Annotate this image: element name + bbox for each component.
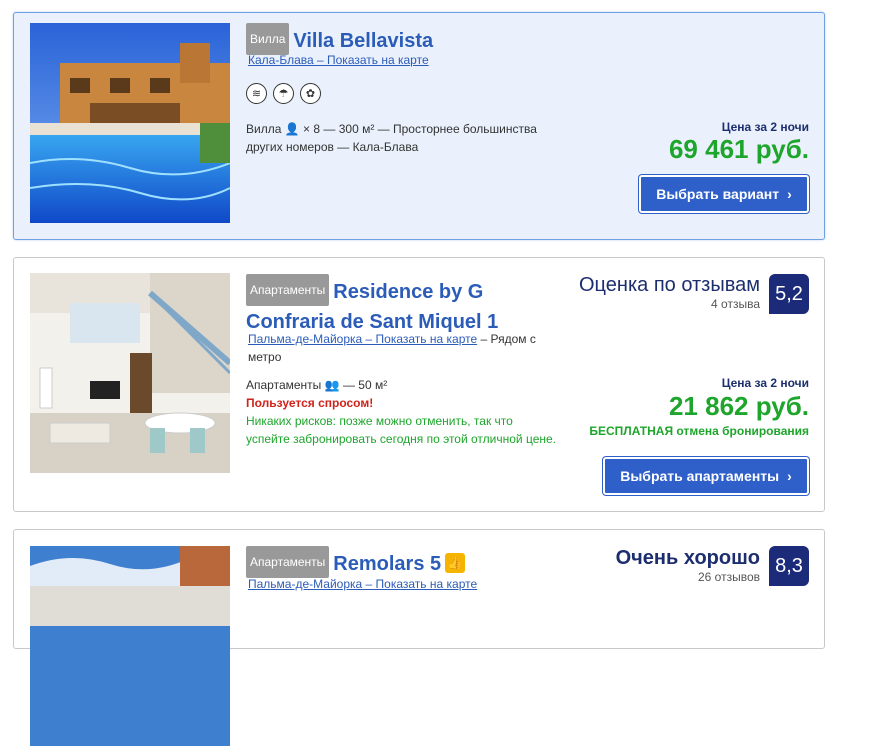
review-title: Оценка по отзывам — [579, 274, 760, 296]
listing-title[interactable]: Remolars 5 — [333, 553, 441, 575]
guests-icon: 👥 — [324, 378, 340, 392]
show-on-map-link[interactable]: Пальма-де-Майорка – Показать на карте — [248, 332, 477, 346]
listing-card-residence-by-g[interactable]: Апартаменты Residence by G Confraria de S… — [13, 257, 825, 512]
thumbs-up-icon: 👍 — [445, 553, 466, 573]
review-summary[interactable]: Очень хорошо 26 отзывов — [616, 547, 760, 584]
listing-title[interactable]: Villa Bellavista — [293, 30, 433, 52]
review-score-badge[interactable]: 5,2 — [769, 274, 809, 314]
property-type-badge: Апартаменты — [246, 546, 330, 578]
price: 69 461 руб. — [668, 134, 809, 164]
guests-icon: 👤 — [284, 122, 300, 136]
review-title: Очень хорошо — [615, 547, 760, 569]
location-extra: – Рядом с — [477, 332, 536, 346]
price: 21 862 руб. — [668, 391, 809, 421]
review-count: 26 отзывов — [697, 570, 760, 584]
review-count: 4 отзыва — [711, 297, 760, 311]
price-label: Цена за 2 ночи — [721, 376, 809, 390]
no-risk-text-line2: успейте забронировать сегодня по этой от… — [246, 432, 556, 446]
listing-description: Вилла 👤 × 8 — 300 м² — Просторнее больши… — [246, 122, 537, 154]
listing-photo[interactable] — [30, 23, 230, 223]
listing-card-villa-bellavista[interactable]: Вилла Villa Bellavista Кала-Блава – Показ… — [13, 12, 825, 240]
location-extra-line2: метро — [248, 350, 282, 364]
listing-photo[interactable] — [30, 273, 230, 473]
high-demand-text: Пользуется спросом! — [246, 396, 374, 410]
show-on-map-link[interactable]: Кала-Блава – Показать на карте — [248, 53, 429, 67]
listing-description: Апартаменты 👥 — 50 м² Пользуется спросом… — [246, 378, 556, 446]
facility-icons: ≋ ☂ ✿ — [246, 83, 321, 104]
beach-umbrella-icon: ☂ — [273, 83, 294, 104]
price-label: Цена за 2 ночи — [721, 120, 809, 134]
chevron-right-icon: › — [787, 468, 792, 484]
review-summary[interactable]: Оценка по отзывам 4 отзыва — [579, 274, 760, 311]
select-variant-button[interactable]: Выбрать вариант › — [639, 175, 809, 213]
property-type-badge: Апартаменты — [246, 274, 330, 306]
listing-card-remolars-5[interactable]: Апартаменты Remolars 5 👍 Пальма-де-Майорка… — [13, 529, 825, 746]
swimming-icon: ≋ — [246, 83, 267, 104]
free-cancellation-text: БЕСПЛАТНАЯ отмена бронирования — [589, 424, 809, 438]
show-on-map-link[interactable]: Пальма-де-Майорка – Показать на карте — [248, 577, 477, 591]
review-score-badge[interactable]: 8,3 — [769, 546, 809, 586]
listing-photo[interactable] — [30, 546, 230, 746]
garden-icon: ✿ — [300, 83, 321, 104]
listing-title[interactable]: Residence by G — [333, 281, 483, 303]
no-risk-text-line1: Никаких рисков: позже можно отменить, та… — [246, 414, 513, 428]
select-apartments-button[interactable]: Выбрать апартаменты › — [603, 457, 809, 495]
chevron-right-icon: › — [787, 186, 792, 202]
